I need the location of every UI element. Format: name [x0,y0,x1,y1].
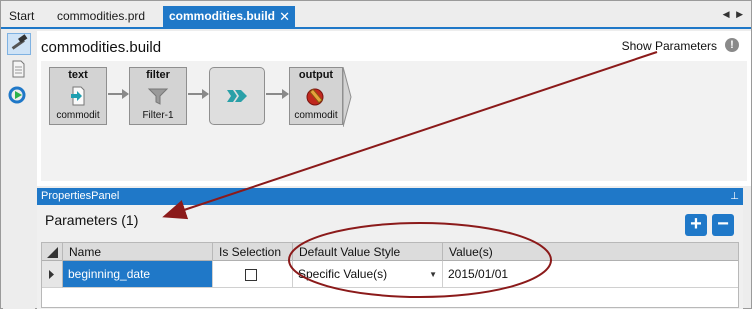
node-subtitle: Filter-1 [142,110,174,121]
flow-node-output[interactable]: output commodit [289,67,343,125]
tab-commodities-build[interactable]: commodities.build ✕ [163,6,296,27]
properties-panel-header: PropertiesPanel ⊥ [37,188,743,205]
remove-parameter-button[interactable]: − [712,214,734,236]
row-header[interactable] [42,261,63,288]
flow-arrow [188,89,209,99]
node-subtitle: commodit [294,110,338,121]
hammer-icon[interactable] [7,33,31,55]
flow-canvas[interactable]: text commodit filter Filter-1 output com… [41,61,747,181]
tab-start[interactable]: Start [3,6,40,27]
tab-underline [1,27,751,29]
add-parameter-button[interactable]: + [685,214,707,236]
output-node-point [343,67,352,127]
tab-bar: Start commodities.prd commodities.build ✕… [1,5,751,27]
warning-icon[interactable]: ! [725,38,739,52]
cell-is-selection[interactable] [213,261,293,288]
parameters-heading: Parameters (1) [45,212,139,228]
grid-corner [42,243,63,261]
default-value-style-value: Specific Value(s) [298,267,388,281]
tab-scroll-arrows[interactable]: ◀ ▶ [723,9,745,20]
column-header-is-selection[interactable]: Is Selection [213,243,293,261]
window-frame: Start commodities.prd commodities.build ✕… [0,0,752,309]
current-row-arrow-icon [49,270,54,279]
tab-label: commodities.build [169,9,276,23]
flow-arrow [108,89,129,99]
close-icon[interactable]: ✕ [279,6,290,27]
column-header-default-value-style[interactable]: Default Value Style [293,243,443,261]
merge-arrows-icon [225,86,249,109]
output-stamp-icon [305,86,327,111]
column-header-name[interactable]: Name [63,243,213,261]
parameters-grid: Name Is Selection Default Value Style Va… [41,242,739,308]
flow-node-merge[interactable] [209,67,265,125]
flow-arrow [266,89,289,99]
dropdown-arrow-icon[interactable]: ▼ [429,261,437,288]
tab-label: commodities.prd [57,9,146,23]
select-all-icon[interactable] [42,243,62,261]
tab-commodities-prd[interactable]: commodities.prd [51,6,151,27]
flow-node-text[interactable]: text commodit [49,67,107,125]
node-title: filter [146,69,170,81]
document-icon[interactable] [7,59,31,81]
pin-icon[interactable]: ⊥ [730,188,739,205]
properties-panel-title: PropertiesPanel [41,190,120,202]
cell-default-value-style[interactable]: Specific Value(s) ▼ [293,261,443,288]
node-title: text [68,69,88,81]
flow-node-filter[interactable]: filter Filter-1 [129,67,187,125]
cell-name[interactable]: beginning_date [63,261,213,288]
filter-funnel-icon [147,86,169,109]
cell-values[interactable]: 2015/01/01 [443,261,738,288]
refresh-run-icon[interactable] [7,85,31,107]
is-selection-checkbox[interactable] [245,269,257,281]
text-file-import-icon [68,86,88,109]
build-editor: commodities.build Show Parameters ! text… [37,31,751,186]
left-toolbar [3,31,35,309]
show-parameters-link[interactable]: Show Parameters [622,39,717,53]
table-row[interactable]: beginning_date Specific Value(s) ▼ 2015/… [42,261,738,288]
node-subtitle: commodit [56,110,100,121]
document-title: commodities.build [41,39,162,56]
column-header-values[interactable]: Value(s) [443,243,738,261]
grid-header: Name Is Selection Default Value Style Va… [42,243,738,261]
properties-panel: Parameters (1) + − Name Is Selection Def… [37,205,743,309]
tab-label: Start [9,9,35,23]
node-title: output [298,69,334,81]
